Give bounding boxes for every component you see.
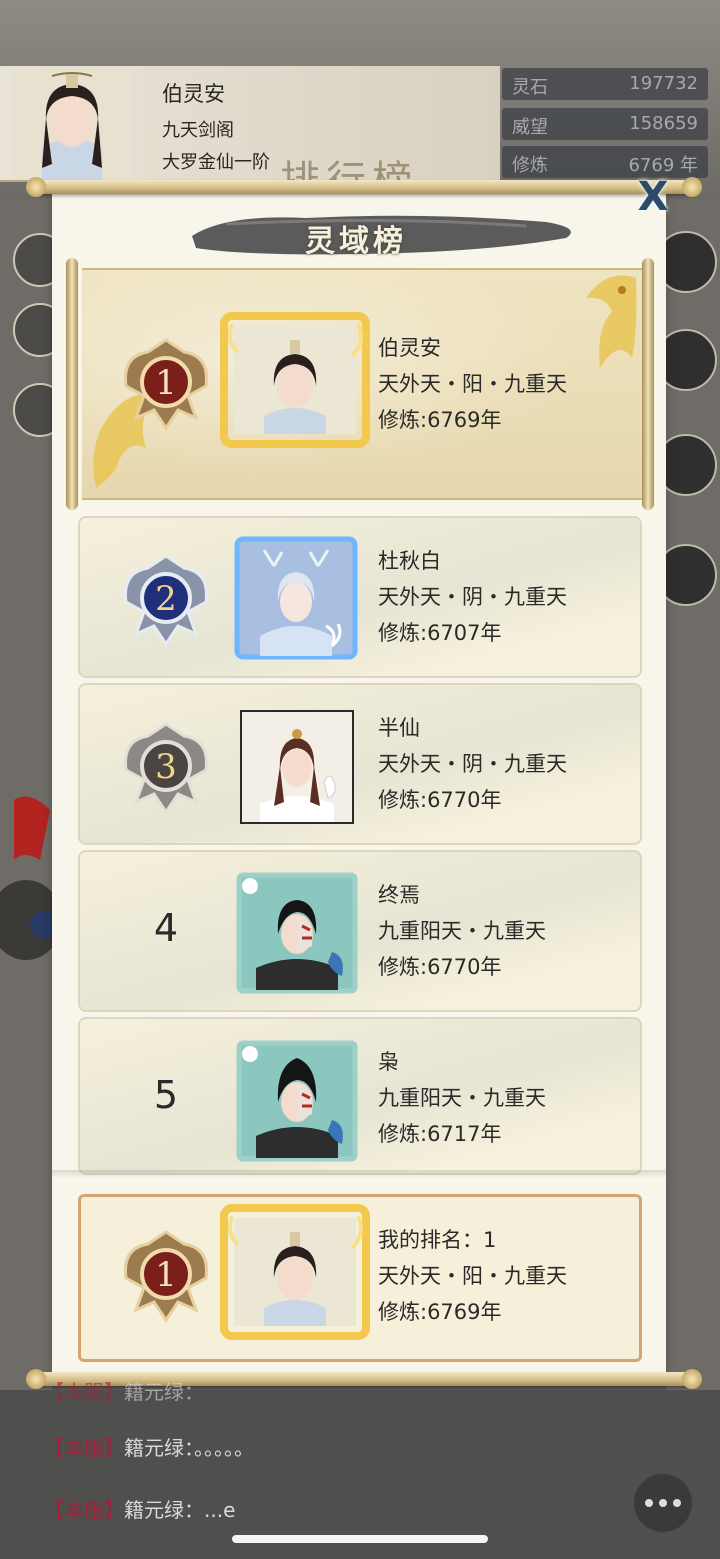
rank-info: 终焉 九重阳天・九重天 修炼:6770年	[378, 877, 546, 985]
portrait-blue-frame-avatar[interactable]	[234, 536, 358, 660]
portrait-teal-frame-avatar[interactable]	[236, 872, 358, 994]
cultivation-years: 修炼:6707年	[378, 621, 502, 645]
my-rank-gold-medal-icon: 1	[123, 1230, 209, 1323]
medal-number: 3	[155, 747, 177, 787]
portrait-gold-frame-avatar[interactable]	[220, 312, 370, 448]
rank-info: 半仙 天外天・阴・九重天 修炼:6770年	[378, 710, 567, 818]
stat-spirit-stone: 灵石 197732	[502, 68, 708, 100]
portrait-teal-frame-avatar[interactable]	[236, 1040, 358, 1162]
scroll-top-rod	[26, 177, 702, 197]
player-name: 伯灵安	[162, 82, 225, 106]
stat-label: 修炼	[512, 155, 548, 176]
right-menu-icons	[666, 200, 720, 1400]
player-name: 半仙	[378, 716, 420, 740]
my-rank-label: 我的排名：1	[378, 1228, 497, 1252]
rank-1-gold-medal-icon: 1	[123, 338, 209, 431]
list-fade	[52, 1170, 666, 1178]
stat-label: 灵石	[512, 77, 548, 98]
medal-number: 2	[155, 579, 177, 619]
stat-label: 威望	[512, 117, 548, 138]
cultivation-years: 修炼:6769年	[378, 1300, 502, 1324]
stat-cultivation: 修炼 6769 年	[502, 146, 708, 178]
panel-title: 灵域榜	[305, 224, 407, 259]
medal-number: 1	[155, 1255, 177, 1295]
chat-area	[0, 1390, 720, 1559]
close-button[interactable]: X	[632, 176, 674, 218]
player-realm: 天外天・阳・九重天	[378, 1264, 567, 1288]
rank-info: 枭 九重阳天・九重天 修炼:6717年	[378, 1044, 546, 1152]
chat-text: 籍元绿：。。。。。	[124, 1436, 254, 1460]
medal-number: 1	[155, 363, 177, 403]
player-name: 伯灵安	[378, 336, 441, 360]
player-name: 枭	[378, 1050, 399, 1074]
portrait-plain-frame-avatar[interactable]	[240, 710, 354, 824]
chat-channel-tag: 【本服】	[44, 1436, 124, 1460]
rank-2-silver-medal-icon: 2	[123, 554, 209, 647]
phoenix-ornament-icon	[586, 275, 637, 368]
player-realm: 九重阳天・九重天	[378, 1086, 546, 1110]
title-container: 灵域榜	[186, 208, 582, 260]
player-name: 杜秋白	[378, 549, 441, 573]
scroll-side-rod	[66, 258, 78, 510]
chat-text: 籍元绿：...e	[124, 1498, 236, 1522]
chat-text: 籍元绿：	[124, 1380, 204, 1404]
chat-bubble-icon[interactable]	[634, 1474, 692, 1532]
cultivation-years: 修炼:6770年	[378, 788, 502, 812]
stat-prestige: 威望 158659	[502, 108, 708, 140]
rank-3-bronze-medal-icon: 3	[123, 722, 209, 815]
rank-number: 5	[153, 1073, 179, 1117]
chat-message-partial: 【本服】籍元绿：	[44, 1376, 204, 1405]
rank-number: 4	[153, 906, 179, 950]
home-indicator[interactable]	[232, 1535, 488, 1543]
scroll-side-rod	[642, 258, 654, 510]
player-realm: 天外天・阴・九重天	[378, 752, 567, 776]
cultivation-years: 修炼:6769年	[378, 408, 502, 432]
chat-message: 【本服】籍元绿：...e	[44, 1494, 235, 1523]
rank-info: 杜秋白 天外天・阴・九重天 修炼:6707年	[378, 543, 567, 651]
stat-value: 158659	[629, 113, 698, 134]
my-portrait-gold-frame-avatar[interactable]	[220, 1204, 370, 1340]
rank-info: 伯灵安 天外天・阳・九重天 修炼:6769年	[378, 330, 567, 438]
left-menu-icons	[0, 200, 52, 1400]
player-realm: 天外天・阳・九重天	[378, 372, 567, 396]
cultivation-years: 修炼:6770年	[378, 955, 502, 979]
chat-channel-tag: 【本服】	[44, 1498, 124, 1522]
chat-channel-tag: 【本服】	[44, 1380, 124, 1404]
player-sect: 九天剑阁	[162, 120, 234, 141]
cultivation-years: 修炼:6717年	[378, 1122, 502, 1146]
player-realm: 天外天・阴・九重天	[378, 585, 567, 609]
chat-message: 【本服】籍元绿：。。。。。	[44, 1432, 254, 1461]
player-avatar[interactable]	[12, 68, 132, 180]
player-realm: 大罗金仙一阶	[162, 152, 270, 173]
my-rank-info: 我的排名：1 天外天・阳・九重天 修炼:6769年	[378, 1222, 567, 1330]
stat-value: 197732	[629, 73, 698, 94]
player-realm: 九重阳天・九重天	[378, 919, 546, 943]
player-name: 终焉	[378, 883, 420, 907]
